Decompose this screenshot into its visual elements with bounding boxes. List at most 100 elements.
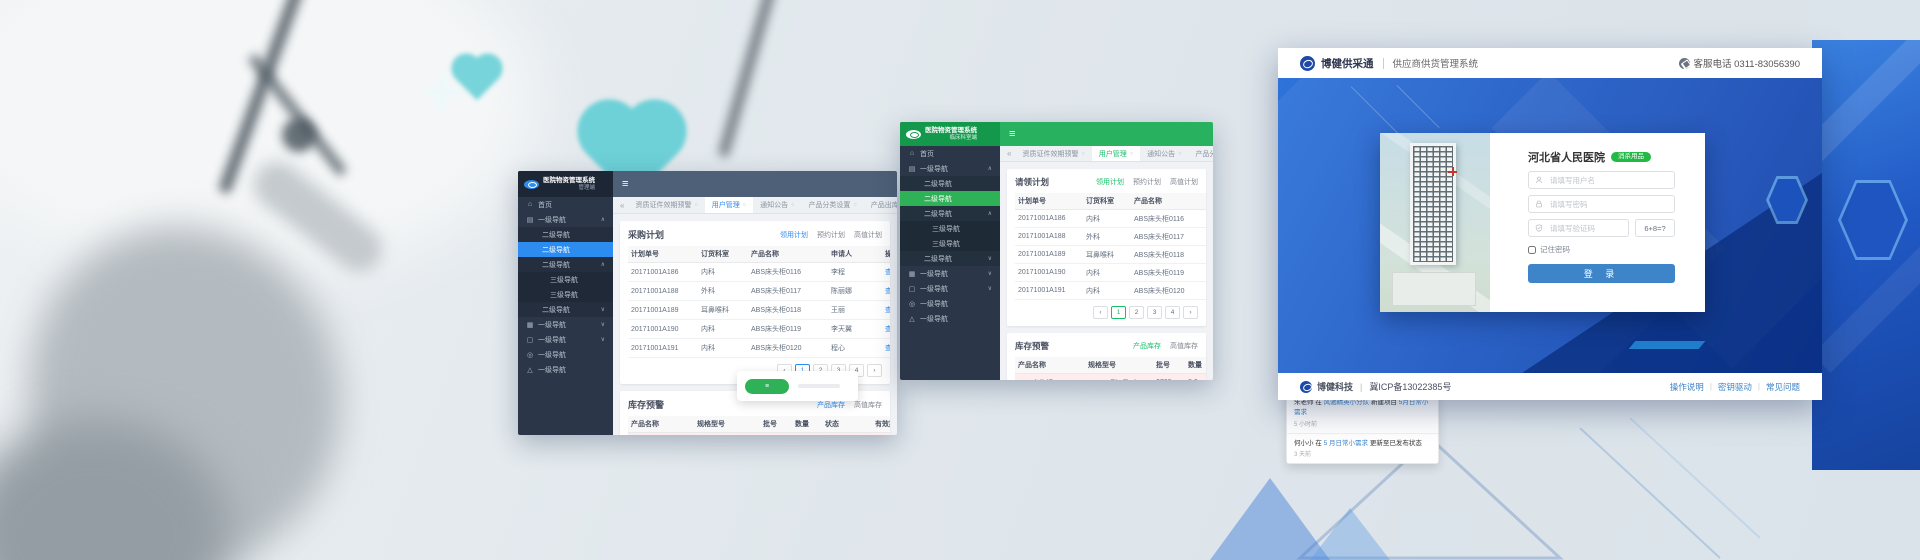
page-number[interactable]: 2 bbox=[1129, 306, 1144, 319]
sidebar-item-level1[interactable]: ▢一级导航∨ bbox=[900, 281, 1000, 296]
page-prev[interactable]: ‹ bbox=[1093, 306, 1108, 319]
hamburger-icon[interactable]: ≡ bbox=[1009, 129, 1015, 140]
tab-cert-warning[interactable]: 资质证件效期预警○ bbox=[1015, 146, 1091, 161]
tab-category-settings[interactable]: 产品分类设置○ bbox=[1188, 146, 1213, 161]
view-link[interactable]: 查看 bbox=[885, 307, 890, 314]
caret-down-icon: ∨ bbox=[601, 321, 605, 328]
sidebar-item-level1[interactable]: ▤一级导航∧ bbox=[518, 212, 613, 227]
tab-product-outbound[interactable]: 产品出库○ bbox=[864, 197, 897, 213]
tab-announcements[interactable]: 通知公告○ bbox=[1140, 146, 1188, 161]
collapse-tabs-icon[interactable]: « bbox=[620, 201, 624, 210]
sidebar-item-level2-active[interactable]: 二级导航 bbox=[518, 242, 613, 257]
tab-user-management[interactable]: 用户管理○ bbox=[705, 197, 753, 213]
view-link[interactable]: 查看 bbox=[885, 288, 890, 295]
view-link[interactable]: 查看 bbox=[885, 269, 890, 276]
view-link[interactable]: 查看 bbox=[885, 345, 890, 352]
link-requisition-plan[interactable]: 领用计划 bbox=[1096, 177, 1124, 187]
tab-announcements[interactable]: 通知公告○ bbox=[753, 197, 801, 213]
sidebar-item-level3[interactable]: 三级导航 bbox=[900, 236, 1000, 251]
link-reservation-plan[interactable]: 预约计划 bbox=[1133, 177, 1161, 187]
page-number[interactable]: 1 bbox=[1111, 306, 1126, 319]
link-highvalue-plan[interactable]: 高值计划 bbox=[854, 230, 882, 240]
brand-title: 博健供采通 bbox=[1321, 56, 1374, 71]
sidebar-item-home[interactable]: ⌂首页 bbox=[900, 146, 1000, 161]
green-pill-button[interactable]: ≡ bbox=[745, 379, 789, 394]
sidebar-item-level1[interactable]: ◎一级导航 bbox=[518, 347, 613, 362]
page-next[interactable]: › bbox=[867, 364, 882, 377]
tab-circle-icon: ○ bbox=[1178, 151, 1181, 157]
hamburger-icon[interactable]: ≡ bbox=[622, 179, 628, 190]
footer-link-instructions[interactable]: 操作说明 bbox=[1670, 381, 1704, 393]
login-button[interactable]: 登 录 bbox=[1528, 264, 1675, 283]
hexagon-inner bbox=[1841, 183, 1905, 257]
sidebar-item-level2[interactable]: 二级导航∧ bbox=[518, 257, 613, 272]
cell: 内科 bbox=[1083, 264, 1131, 282]
tab-label: 资质证件效期预警 bbox=[635, 200, 691, 210]
login-card: 河北省人民医院 消杀用品 bbox=[1380, 133, 1705, 312]
tab-cert-warning[interactable]: 资质证件效期预警○ bbox=[628, 197, 704, 213]
sidebar-item-home[interactable]: ⌂首页 bbox=[518, 197, 613, 212]
link-product-stock[interactable]: 产品库存 bbox=[817, 400, 845, 410]
tab-category-settings[interactable]: 产品分类设置○ bbox=[801, 197, 863, 213]
column-header: 规格型号 bbox=[1085, 357, 1153, 374]
footer-link-faq[interactable]: 常见问题 bbox=[1766, 381, 1800, 393]
view-link[interactable]: 查看 bbox=[885, 326, 890, 333]
cell: ABS床头柜0117 bbox=[1131, 228, 1206, 246]
sidebar: 医院物资管理系统 管理端 ⌂首页 ▤一级导航∧ 二级导航 二级导航 二级导航∧ … bbox=[518, 171, 613, 435]
activity-feed-card: 朱老师 在 风驰精英小分队 新建项目 5月日常小需求 5 小时前 何小小 在 5… bbox=[1286, 392, 1439, 464]
password-input[interactable] bbox=[1548, 199, 1668, 210]
sidebar-item-level1[interactable]: △一级导航 bbox=[900, 311, 1000, 326]
brand-logo-icon bbox=[1300, 381, 1312, 393]
table-row: 20171001A186内科ABS床头柜0116李程查看 bbox=[1015, 210, 1206, 228]
page-number[interactable]: 3 bbox=[1147, 306, 1162, 319]
sidebar-item-level2[interactable]: 二级导航∧ bbox=[900, 206, 1000, 221]
collapse-tabs-icon[interactable]: « bbox=[1007, 149, 1011, 158]
sidebar-item-level3[interactable]: 三级导航 bbox=[518, 272, 613, 287]
sidebar-item-level2[interactable]: 二级导航∨ bbox=[900, 251, 1000, 266]
tab-bar: « 资质证件效期预警○ 用户管理○ 通知公告○ 产品分类设置○ 产品出库○ bbox=[1000, 146, 1213, 162]
captcha-question[interactable]: 6+8=? bbox=[1635, 219, 1675, 237]
username-input[interactable] bbox=[1548, 175, 1668, 186]
table-row: 20171001A189耳鼻喉科ABS床头柜0118王丽查看 bbox=[628, 301, 890, 320]
page-number[interactable]: 4 bbox=[1165, 306, 1180, 319]
cell: 0760 bbox=[1153, 374, 1185, 381]
remember-checkbox[interactable] bbox=[1528, 246, 1536, 254]
tab-user-management[interactable]: 用户管理○ bbox=[1092, 146, 1140, 161]
hospital-name: 河北省人民医院 bbox=[1528, 149, 1605, 165]
feed-target-link[interactable]: 5 月日常小需求 bbox=[1324, 440, 1368, 447]
captcha-input[interactable] bbox=[1548, 223, 1622, 234]
background-stripe bbox=[1812, 40, 1920, 173]
shield-icon bbox=[1535, 224, 1543, 232]
sidebar-item-level3[interactable]: 三级导航 bbox=[900, 221, 1000, 236]
building-windows bbox=[1413, 146, 1453, 262]
link-highvalue-plan[interactable]: 高值计划 bbox=[1170, 177, 1198, 187]
sidebar-item-level2[interactable]: 二级导航 bbox=[900, 176, 1000, 191]
sidebar-item-level1[interactable]: △一级导航 bbox=[518, 362, 613, 377]
sidebar-item-level3[interactable]: 三级导航 bbox=[518, 287, 613, 302]
footer-company: 博健科技 bbox=[1317, 380, 1353, 393]
sidebar-item-level1[interactable]: ▤一级导航∧ bbox=[900, 161, 1000, 176]
feed-target-link[interactable]: 风驰精英小分队 bbox=[1324, 399, 1370, 406]
column-header: 产品名称 bbox=[1015, 357, 1085, 374]
list-item[interactable]: 何小小 在 5 月日常小需求 更新至已发布状态 3 天前 bbox=[1287, 434, 1438, 464]
link-product-stock[interactable]: 产品库存 bbox=[1133, 341, 1161, 351]
hospital-building-image bbox=[1380, 133, 1490, 312]
sidebar-item-level1[interactable]: ▢一级导航∨ bbox=[518, 332, 613, 347]
sidebar-item-level1[interactable]: ▦一级导航∨ bbox=[900, 266, 1000, 281]
sidebar-item-level1[interactable]: ▦一级导航∨ bbox=[518, 317, 613, 332]
sidebar-item-level2[interactable]: 二级导航∨ bbox=[518, 302, 613, 317]
sidebar-item-level1[interactable]: ◎一级导航 bbox=[900, 296, 1000, 311]
link-highvalue-stock[interactable]: 高值库存 bbox=[1170, 341, 1198, 351]
sidebar-item-level2-active[interactable]: 二级导航 bbox=[900, 191, 1000, 206]
link-requisition-plan[interactable]: 领用计划 bbox=[780, 230, 808, 240]
sidebar-item-level2[interactable]: 二级导航 bbox=[518, 227, 613, 242]
link-highvalue-stock[interactable]: 高值库存 bbox=[854, 400, 882, 410]
page-next[interactable]: › bbox=[1183, 306, 1198, 319]
sidebar-label: 一级导航 bbox=[920, 314, 948, 324]
app-logo: 医院物资管理系统 临床科室端 bbox=[900, 122, 1000, 146]
table-row-expired: ABS床头柜0116BCS33型 5孔 右07608.0●已过期2023-01-… bbox=[628, 433, 890, 436]
link-reservation-plan[interactable]: 预约计划 bbox=[817, 230, 845, 240]
tab-circle-icon: ○ bbox=[853, 202, 856, 208]
footer-link-key-driver[interactable]: 密钥驱动 bbox=[1718, 381, 1752, 393]
cell: ABS床头柜0118 bbox=[748, 301, 828, 320]
